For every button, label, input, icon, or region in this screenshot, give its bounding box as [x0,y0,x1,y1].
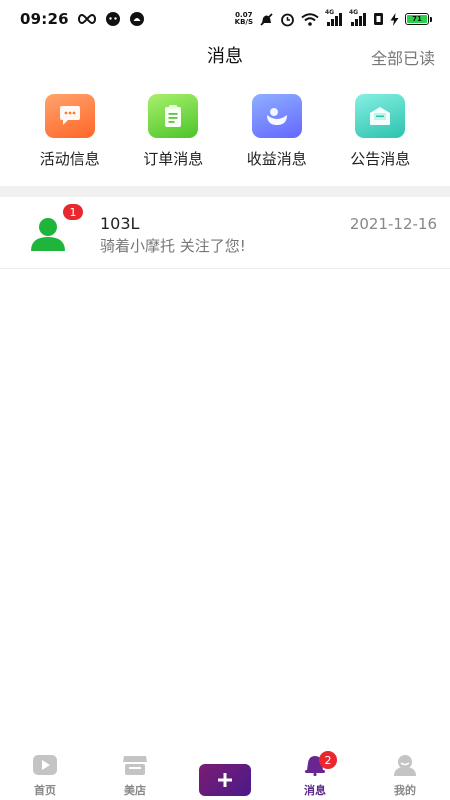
mark-all-read-button[interactable]: 全部已读 [371,45,435,69]
unread-badge: 1 [62,203,84,221]
battery-icon: 71 [405,13,432,25]
plus-icon [199,764,251,796]
nav-label: 我的 [394,784,416,797]
wifi-icon [301,12,319,26]
category-label: 订单消息 [143,150,204,168]
charging-icon [390,12,399,26]
category-label: 收益消息 [246,150,307,168]
status-bar: 09:26 0.07 KB/S 4G 4G 71 [0,0,450,38]
signal-icon-2: 4G [349,9,367,26]
network-speed: 0.07 KB/S [234,11,253,26]
user-avatar-icon [28,216,68,252]
envelope-icon [355,94,406,138]
category-activity[interactable]: 活动信息 [24,88,116,178]
message-app-icon [105,11,121,27]
nav-publish[interactable] [180,744,270,800]
clipboard-icon [148,94,199,138]
nav-mine[interactable]: 我的 [360,744,450,800]
messages-badge: 2 [319,751,337,769]
nav-store[interactable]: 美店 [90,744,180,800]
message-categories: 活动信息 订单消息 收益消息 公告消息 [0,88,450,178]
category-earnings[interactable]: 收益消息 [231,88,323,178]
category-label: 公告消息 [350,150,411,168]
nav-home[interactable]: 首页 [0,744,90,800]
page-header: 消息 全部已读 [0,38,450,72]
bottom-navigation: 首页 美店 2 消息 我的 [0,744,450,800]
sim-icon [373,12,384,26]
chat-bubble-icon [44,94,95,138]
battery-level: 71 [407,15,427,23]
mute-icon [259,12,274,27]
status-time: 09:26 [20,10,69,28]
message-list-item[interactable]: 1 103L 2021-12-16 骑着小摩托 关注了您! [0,197,450,269]
profile-icon [392,754,418,780]
app-notification-icon [129,11,145,27]
signal-icon: 4G [325,9,343,26]
nav-label: 消息 [304,784,326,797]
store-icon [122,754,148,780]
wallet-icon [251,94,302,138]
nav-label: 首页 [34,784,56,797]
category-label: 活动信息 [39,150,100,168]
nav-messages[interactable]: 2 消息 [270,744,360,800]
message-date: 2021-12-16 [349,215,437,233]
message-sender: 103L [100,214,140,233]
nav-label: 美店 [124,784,146,797]
category-order[interactable]: 订单消息 [127,88,219,178]
infinity-icon [77,13,97,25]
message-preview: 骑着小摩托 关注了您! [100,237,246,255]
alarm-icon [280,12,295,27]
play-icon [32,754,58,780]
category-announcement[interactable]: 公告消息 [334,88,426,178]
section-divider [0,186,450,197]
